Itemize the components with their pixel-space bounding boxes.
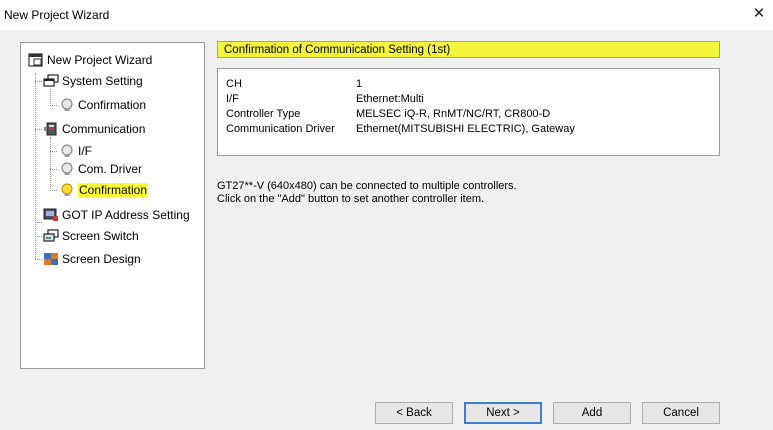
- tree-item-label: Screen Design: [62, 252, 141, 266]
- summary-key: Controller Type: [226, 108, 301, 120]
- wizard-step-tree[interactable]: New Project Wizard System Setting Confir…: [20, 42, 205, 369]
- tree-connector: [50, 190, 57, 191]
- tree-item-label: New Project Wizard: [47, 53, 153, 67]
- summary-key: I/F: [226, 93, 239, 105]
- lightbulb-icon: [61, 183, 73, 196]
- title-bar[interactable]: New Project Wizard ✕: [0, 0, 773, 30]
- tree-item-label-selected: Confirmation: [78, 183, 149, 197]
- summary-value: 1: [356, 78, 363, 90]
- summary-row: I/F Ethernet:Multi: [226, 92, 424, 107]
- tree-connector: [35, 129, 42, 130]
- tree-item-screen-design[interactable]: Screen Design: [43, 250, 141, 268]
- system-setting-icon: [43, 74, 59, 87]
- tree-item-label: I/F: [78, 144, 92, 158]
- tree-connector: [50, 105, 57, 106]
- info-message-line-1: GT27**-V (640x480) can be connected to m…: [217, 180, 517, 192]
- screen-switch-icon: [43, 229, 59, 242]
- tree-item-label: GOT IP Address Setting: [62, 208, 190, 222]
- back-button[interactable]: < Back: [375, 402, 453, 424]
- summary-value: Ethernet(MITSUBISHI ELECTRIC), Gateway: [356, 123, 575, 135]
- tree-item-comm-confirmation[interactable]: Confirmation: [59, 181, 149, 199]
- tree-item-if[interactable]: I/F: [59, 142, 92, 160]
- tree-connector: [35, 259, 42, 260]
- tree-item-communication[interactable]: Communication: [43, 120, 145, 138]
- tree-item-screen-switch[interactable]: Screen Switch: [43, 227, 139, 245]
- tree-connector: [35, 222, 42, 223]
- tree-item-got-ip-address[interactable]: GOT IP Address Setting: [43, 206, 190, 224]
- next-button[interactable]: Next >: [464, 402, 542, 424]
- tree-connector: [35, 81, 42, 82]
- close-icon[interactable]: ✕: [745, 0, 773, 30]
- tree-connector: [50, 137, 51, 191]
- screen-design-icon: [44, 253, 58, 265]
- lightbulb-icon: [61, 98, 73, 111]
- ip-address-icon: [43, 208, 58, 221]
- tree-item-system-confirmation[interactable]: Confirmation: [59, 96, 146, 114]
- tree-connector: [35, 236, 42, 237]
- lightbulb-icon: [61, 162, 73, 175]
- communication-icon: [44, 122, 57, 136]
- cancel-button[interactable]: Cancel: [642, 402, 720, 424]
- add-button[interactable]: Add: [553, 402, 631, 424]
- tree-item-system-setting[interactable]: System Setting: [43, 72, 143, 90]
- window-title: New Project Wizard: [4, 8, 110, 22]
- tree-item-com-driver[interactable]: Com. Driver: [59, 160, 142, 178]
- summary-key: CH: [226, 78, 242, 90]
- tree-item-label: Com. Driver: [78, 162, 143, 176]
- tree-item-label: System Setting: [62, 74, 143, 88]
- info-message-line-2: Click on the "Add" button to set another…: [217, 193, 485, 205]
- summary-value: MELSEC iQ-R, RnMT/NC/RT, CR800-D: [356, 108, 551, 120]
- tree-connector: [50, 89, 51, 106]
- summary-key: Communication Driver: [226, 123, 335, 135]
- tree-item-label: Confirmation: [78, 98, 147, 112]
- summary-row: CH 1: [226, 77, 362, 92]
- confirmation-header: Confirmation of Communication Setting (1…: [217, 41, 720, 58]
- summary-row: Controller Type MELSEC iQ-R, RnMT/NC/RT,…: [226, 107, 550, 122]
- tree-connector: [50, 169, 57, 170]
- tree-item-root[interactable]: New Project Wizard: [28, 51, 152, 69]
- wizard-window-icon: [28, 53, 43, 67]
- summary-row: Communication Driver Ethernet(MITSUBISHI…: [226, 122, 575, 137]
- tree-item-label: Communication: [62, 122, 146, 136]
- tree-connector: [50, 151, 57, 152]
- new-project-wizard-dialog: New Project Wizard ✕ New Project Wizard: [0, 0, 773, 430]
- tree-item-label: Screen Switch: [62, 229, 139, 243]
- tree-connector: [35, 73, 36, 259]
- summary-value: Ethernet:Multi: [356, 93, 424, 105]
- lightbulb-icon: [61, 144, 73, 157]
- settings-summary-box: CH 1 I/F Ethernet:Multi Controller Type …: [217, 68, 720, 156]
